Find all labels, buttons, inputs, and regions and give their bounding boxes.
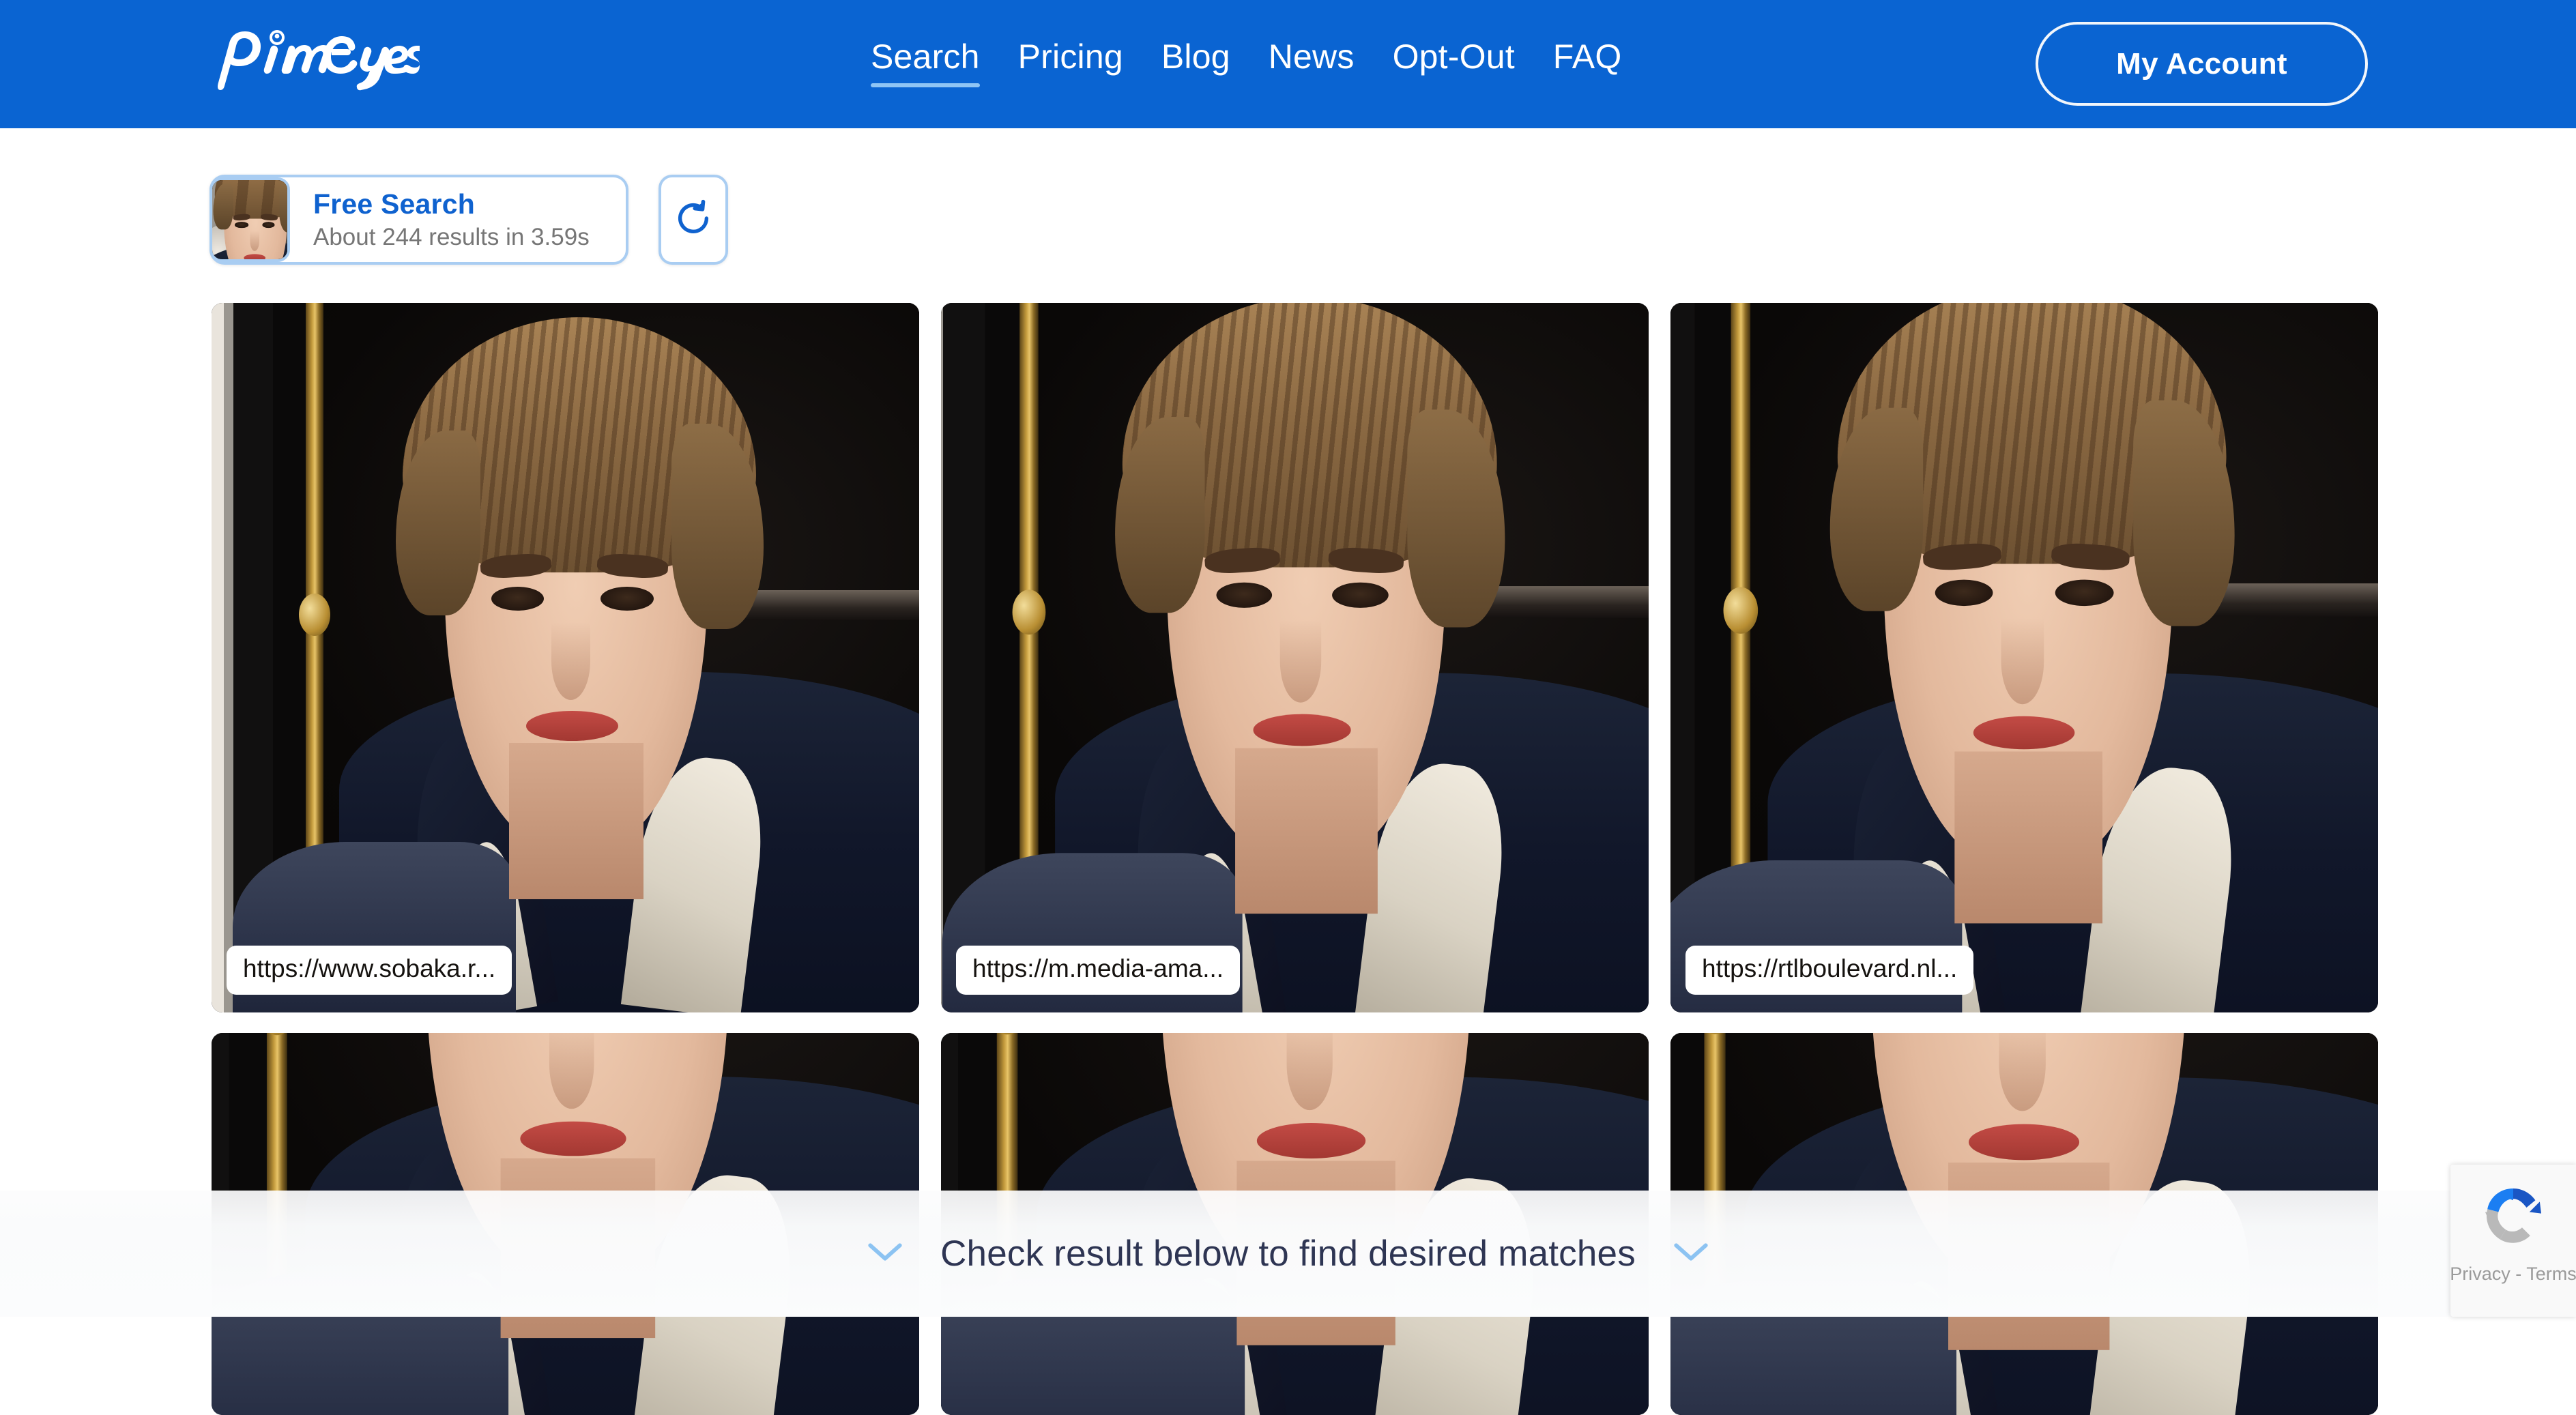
nav-item-blog[interactable]: Blog [1142, 35, 1249, 78]
search-results: https://www.sobaka.r... https://m.media-… [0, 303, 2576, 1415]
nav-item-news[interactable]: News [1249, 35, 1374, 78]
query-thumbnail-photo [212, 180, 287, 259]
results-toolbar: Free Search About 244 results in 3.59s [0, 128, 2576, 395]
free-search-title: Free Search [313, 188, 475, 220]
my-account-button[interactable]: My Account [2036, 22, 2368, 106]
scroll-hint-inner: Check result below to find desired match… [865, 1233, 1711, 1274]
recaptcha-logo-icon [2476, 1180, 2550, 1253]
result-card[interactable]: https://www.sobaka.r... [212, 303, 919, 1012]
result-image [212, 303, 919, 1012]
result-url[interactable]: https://www.sobaka.r... [227, 946, 512, 995]
result-image [1670, 1033, 2378, 1415]
chevron-down-icon-left[interactable] [865, 1238, 905, 1269]
pimeyes-logo[interactable] [208, 25, 420, 100]
site-header: Search Pricing Blog News Opt-Out FAQ My … [0, 0, 2576, 128]
nav-item-faq[interactable]: FAQ [1534, 35, 1641, 78]
result-url[interactable]: https://m.media-ama... [956, 946, 1241, 995]
result-image [941, 1033, 1649, 1415]
query-thumbnail [209, 177, 290, 262]
nav-item-opt-out[interactable]: Opt-Out [1374, 35, 1534, 78]
result-url[interactable]: https://rtlboulevard.nl... [1685, 946, 1974, 995]
scroll-hint-text: Check result below to find desired match… [940, 1234, 1636, 1274]
result-image [212, 1033, 919, 1415]
result-card[interactable] [941, 1033, 1649, 1415]
free-search-chip-text: Free Search About 244 results in 3.59s [290, 188, 620, 252]
free-search-chip[interactable]: Free Search About 244 results in 3.59s [209, 175, 628, 265]
result-image [1670, 303, 2378, 1012]
result-card[interactable] [1670, 1033, 2378, 1415]
recaptcha-badge[interactable]: Privacy - Terms [2450, 1165, 2576, 1317]
nav-item-pricing[interactable]: Pricing [999, 35, 1142, 78]
results-count-status: About 244 results in 3.59s [313, 223, 590, 250]
chevron-down-icon-right[interactable] [1671, 1238, 1711, 1269]
refresh-button[interactable] [659, 175, 728, 265]
refresh-icon [672, 197, 714, 243]
result-card[interactable]: https://rtlboulevard.nl... [1670, 303, 2378, 1012]
result-card[interactable] [212, 1033, 919, 1415]
nav-item-search[interactable]: Search [852, 35, 999, 87]
result-image [941, 303, 1649, 1012]
result-card[interactable]: https://m.media-ama... [941, 303, 1649, 1012]
main-navigation: Search Pricing Blog News Opt-Out FAQ [852, 35, 1641, 87]
recaptcha-legal-text[interactable]: Privacy - Terms [2450, 1263, 2576, 1285]
